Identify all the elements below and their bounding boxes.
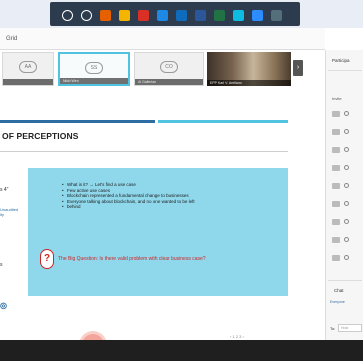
status-icon [344, 201, 349, 206]
slide-side-text: s [0, 262, 3, 268]
chat-recipient-link[interactable]: Everyone [330, 300, 345, 304]
participant-name: Nikki Wen [60, 78, 128, 84]
avatar: AA [19, 61, 37, 73]
participant-row[interactable] [330, 146, 362, 154]
chrome-icon[interactable] [119, 10, 130, 21]
slide-title: OF PERCEPTIONS [2, 131, 79, 141]
question-mark-icon: ? [40, 249, 54, 269]
slide-content-box: What is it? → Let's find a use case Few … [28, 168, 288, 296]
chat-header[interactable]: Chat [334, 288, 344, 293]
participant-name [3, 79, 53, 85]
next-page-button[interactable]: › [293, 60, 303, 76]
mic-icon [332, 201, 340, 207]
slide-side-icon: ◎ [0, 301, 7, 310]
zoom-icon[interactable] [252, 10, 263, 21]
search-icon[interactable] [81, 10, 92, 21]
slide-side-link-line: ity [0, 212, 4, 217]
app-icon[interactable] [271, 10, 282, 21]
slide-side-text: s 4" [0, 187, 9, 193]
participant-video-feed[interactable]: EPP Karl V. Arellano [207, 52, 291, 86]
view-mode-label[interactable]: Grid [6, 36, 17, 42]
taskbar-icons-tray [50, 2, 300, 26]
participant-video-strip: AA SS Nikki Wen CO Al Gallerian EPP Karl… [0, 50, 325, 92]
panel-header: Participa [332, 58, 350, 63]
mic-icon [332, 111, 340, 117]
mic-icon [332, 147, 340, 153]
firefox-icon[interactable] [100, 10, 111, 21]
participant-tile[interactable]: AA [2, 52, 54, 86]
participant-tile-selected[interactable]: SS Nikki Wen [58, 52, 130, 86]
bullet-list: What is it? → Let's find a use case Few … [62, 182, 282, 210]
slide-divider [0, 151, 288, 152]
participant-name: Al Gallerian [135, 79, 203, 85]
status-icon [344, 165, 349, 170]
participant-row[interactable] [330, 200, 362, 208]
participant-row[interactable] [330, 182, 362, 190]
avatar: CO [160, 61, 178, 73]
word-icon[interactable] [195, 10, 206, 21]
excel-icon[interactable] [214, 10, 225, 21]
participant-row[interactable] [330, 254, 362, 262]
participants-panel: Participa Invite Chat Everyone To: Host [325, 50, 363, 340]
mic-icon [332, 165, 340, 171]
mic-icon [332, 129, 340, 135]
participant-row[interactable] [330, 164, 362, 172]
bullet-item: behind [62, 204, 282, 210]
status-icon [344, 183, 349, 188]
status-icon [344, 129, 349, 134]
invite-button[interactable]: Invite [332, 96, 342, 101]
app-blue-icon[interactable] [157, 10, 168, 21]
mic-icon [332, 255, 340, 261]
participant-row[interactable] [330, 218, 362, 226]
meeting-control-bar [0, 340, 363, 361]
participant-row[interactable] [330, 236, 362, 244]
panel-divider [328, 70, 362, 71]
status-icon [344, 255, 349, 260]
windows-taskbar [0, 0, 363, 28]
slide-accent-bar [158, 120, 288, 123]
mic-icon [332, 183, 340, 189]
panel-divider [328, 280, 362, 281]
slide-side-link: Unaudited ity [0, 207, 18, 217]
big-question-text: The Big Question: Is there valid problem… [58, 256, 206, 262]
participant-name: EPP Karl V. Arellano [207, 80, 291, 86]
shared-screen: OF PERCEPTIONS s 4" Unaudited ity s ◎ Wh… [0, 92, 325, 356]
slide-navigation[interactable]: ‹ 1 2 3 › [230, 334, 244, 339]
status-icon [344, 111, 349, 116]
outlook-icon[interactable] [176, 10, 187, 21]
participant-row[interactable] [330, 110, 362, 118]
mic-icon [332, 237, 340, 243]
participant-row[interactable] [330, 128, 362, 136]
meeting-topbar: Grid [0, 28, 325, 50]
status-icon [344, 219, 349, 224]
app-red-icon[interactable] [138, 10, 149, 21]
slide-accent-bar [0, 120, 155, 123]
chat-to-field[interactable]: Host [338, 324, 362, 332]
status-icon [344, 237, 349, 242]
status-icon [344, 147, 349, 152]
chat-to-label: To: [330, 326, 336, 331]
mic-icon [332, 219, 340, 225]
participant-tile[interactable]: CO Al Gallerian [134, 52, 204, 86]
start-icon[interactable] [62, 10, 73, 21]
avatar: SS [85, 62, 103, 74]
edge-icon[interactable] [233, 10, 244, 21]
